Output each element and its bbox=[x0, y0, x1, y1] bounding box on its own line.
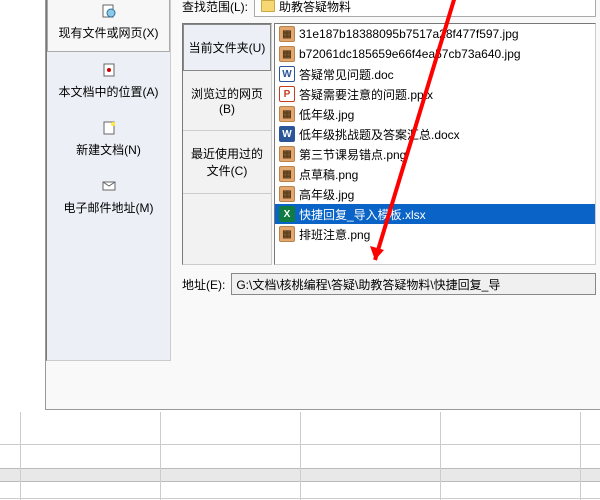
file-row[interactable]: ▦ 31e187b18388095b7517a28f477f597.jpg bbox=[275, 24, 595, 44]
left-nav-panel: 现有文件或网页(X) 本文档中的位置(A) 新建文档(N) 电子邮件地址(M) bbox=[46, 0, 171, 361]
xlsx-file-icon: X bbox=[279, 206, 295, 222]
tabs-column: 当前文件夹(U) 浏览过的网页(B) 最近使用过的文件(C) bbox=[182, 23, 272, 265]
nav-email-address[interactable]: 电子邮件地址(M) bbox=[47, 168, 170, 226]
file-name: 点草稿.png bbox=[299, 166, 358, 183]
jpg-file-icon: ▦ bbox=[279, 106, 295, 122]
search-range-dropdown[interactable]: 助教答疑物料 bbox=[254, 0, 596, 17]
new-document-icon bbox=[101, 120, 117, 136]
file-row[interactable]: X快捷回复_导入模板.xlsx bbox=[275, 204, 595, 224]
search-range-label: 查找范围(L): bbox=[182, 0, 248, 15]
file-name: b72061dc185659e66f4ea57cb73a640.jpg bbox=[299, 47, 521, 61]
ppt-file-icon: P bbox=[279, 86, 295, 102]
jpg-file-icon: ▦ bbox=[279, 46, 295, 62]
file-row[interactable]: P答疑需要注意的问题.pptx bbox=[275, 84, 595, 104]
file-row[interactable]: ▦点草稿.png bbox=[275, 164, 595, 184]
file-row[interactable]: ▦第三节课易错点.png bbox=[275, 144, 595, 164]
file-name: 高年级.jpg bbox=[299, 186, 354, 203]
search-range-value: 助教答疑物料 bbox=[279, 0, 351, 15]
nav-label: 电子邮件地址(M) bbox=[51, 199, 166, 216]
spreadsheet-grid bbox=[0, 412, 600, 500]
file-row[interactable]: ▦高年级.jpg bbox=[275, 184, 595, 204]
file-name: 快捷回复_导入模板.xlsx bbox=[299, 206, 426, 223]
png-file-icon: ▦ bbox=[279, 166, 295, 182]
file-name: 31e187b18388095b7517a28f477f597.jpg bbox=[299, 27, 519, 41]
file-row[interactable]: W低年级挑战题及答案汇总.docx bbox=[275, 124, 595, 144]
file-list[interactable]: ▦ 31e187b18388095b7517a28f477f597.jpg ▦ b72… bbox=[274, 23, 596, 265]
tab-current-folder[interactable]: 当前文件夹(U) bbox=[183, 24, 271, 71]
folder-icon bbox=[261, 0, 275, 12]
nav-new-document[interactable]: 新建文档(N) bbox=[47, 110, 170, 168]
nav-label: 新建文档(N) bbox=[51, 141, 166, 158]
file-row[interactable]: W答疑常见问题.doc bbox=[275, 64, 595, 84]
file-name: 答疑常见问题.doc bbox=[299, 66, 394, 83]
png-file-icon: ▦ bbox=[279, 146, 295, 162]
tab-recent-files[interactable]: 最近使用过的文件(C) bbox=[183, 131, 271, 194]
nav-existing-file-web[interactable]: 现有文件或网页(X) bbox=[47, 0, 170, 52]
file-name: 答疑需要注意的问题.pptx bbox=[299, 86, 433, 103]
doc-file-icon: W bbox=[279, 66, 295, 82]
file-name: 第三节课易错点.png bbox=[299, 146, 406, 163]
address-label: 地址(E): bbox=[182, 276, 225, 293]
nav-this-document[interactable]: 本文档中的位置(A) bbox=[47, 52, 170, 110]
file-name: 低年级挑战题及答案汇总.docx bbox=[299, 126, 460, 143]
address-value: G:\文档\核桃编程\答疑\助教答疑物料\快捷回复_导 bbox=[236, 276, 500, 293]
nav-label: 本文档中的位置(A) bbox=[51, 83, 166, 100]
address-input[interactable]: G:\文档\核桃编程\答疑\助教答疑物料\快捷回复_导 bbox=[231, 273, 596, 295]
jpg-file-icon: ▦ bbox=[279, 186, 295, 202]
jpg-file-icon: ▦ bbox=[279, 26, 295, 42]
docx-file-icon: W bbox=[279, 126, 295, 142]
tab-browsed-pages[interactable]: 浏览过的网页(B) bbox=[183, 71, 271, 131]
png-file-icon: ▦ bbox=[279, 226, 295, 242]
email-icon bbox=[101, 178, 117, 194]
file-row[interactable]: ▦低年级.jpg bbox=[275, 104, 595, 124]
file-name: 排班注意.png bbox=[299, 226, 370, 243]
globe-page-icon bbox=[101, 3, 117, 19]
document-target-icon bbox=[101, 62, 117, 78]
file-row[interactable]: ▦ b72061dc185659e66f4ea57cb73a640.jpg bbox=[275, 44, 595, 64]
file-row[interactable]: ▦排班注意.png bbox=[275, 224, 595, 244]
nav-label: 现有文件或网页(X) bbox=[52, 24, 165, 41]
file-name: 低年级.jpg bbox=[299, 106, 354, 123]
